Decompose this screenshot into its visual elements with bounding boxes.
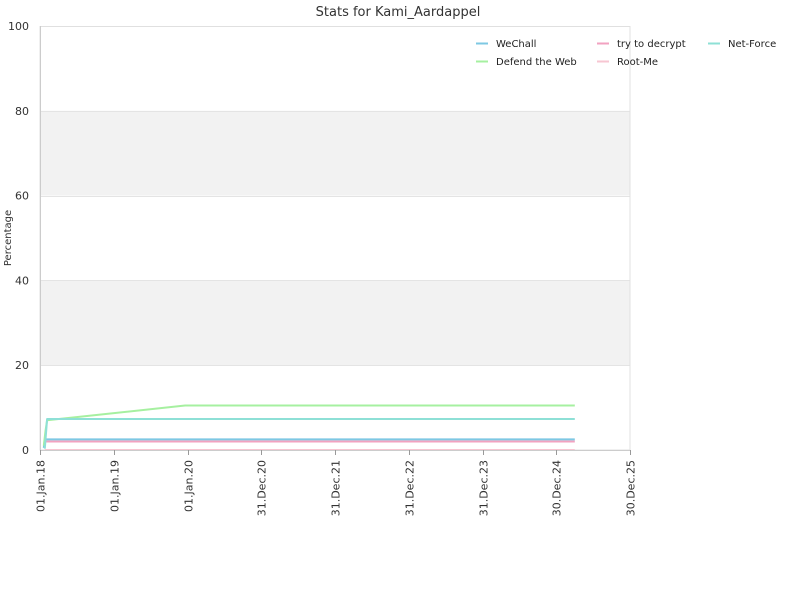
x-tick-label: 01.Jan.18 [35, 460, 48, 512]
plot-band [40, 280, 630, 366]
x-tick-label: 31.Dec.20 [256, 460, 269, 516]
plot-band [40, 110, 630, 196]
x-tick-label: 31.Dec.22 [404, 460, 417, 516]
legend-label: Defend the Web [496, 57, 577, 68]
x-tick-label: 01.Jan.20 [183, 460, 196, 512]
y-tick-label: 100 [8, 20, 29, 33]
plot-bands [40, 110, 630, 366]
legend-label: WeChall [496, 39, 536, 50]
y-axis-title: Percentage [3, 210, 14, 266]
grid-lines [40, 26, 630, 451]
legend-label: try to decrypt [617, 39, 686, 50]
x-tick-label: 01.Jan.19 [109, 460, 122, 512]
legend-label: Root-Me [617, 57, 658, 68]
x-axis-ticks: 01.Jan.18 01.Jan.19 01.Jan.20 31.Dec.20 31.D… [35, 450, 638, 516]
legend: WeChall Defend the Web try to decrypt Root-… [476, 39, 776, 68]
y-tick-label: 40 [15, 274, 29, 287]
series-line-net-force [43, 418, 575, 449]
chart: 0 20 40 60 80 100 01.Jan.18 01.Jan.19 01.Jan.20… [3, 5, 776, 516]
x-tick-label: 30.Dec.25 [625, 460, 638, 516]
y-tick-label: 80 [15, 105, 29, 118]
y-tick-label: 60 [15, 190, 29, 203]
series-layer [42, 404, 575, 451]
y-tick-label: 20 [15, 359, 29, 372]
plot-frame [39, 26, 631, 451]
x-tick-label: 31.Dec.21 [330, 460, 343, 516]
y-tick-label: 0 [22, 444, 29, 457]
x-tick-label: 30.Dec.24 [551, 460, 564, 516]
chart-title: Stats for Kami_Aardappel [316, 5, 481, 20]
x-tick-label: 31.Dec.23 [478, 460, 491, 516]
legend-label: Net-Force [728, 39, 776, 50]
